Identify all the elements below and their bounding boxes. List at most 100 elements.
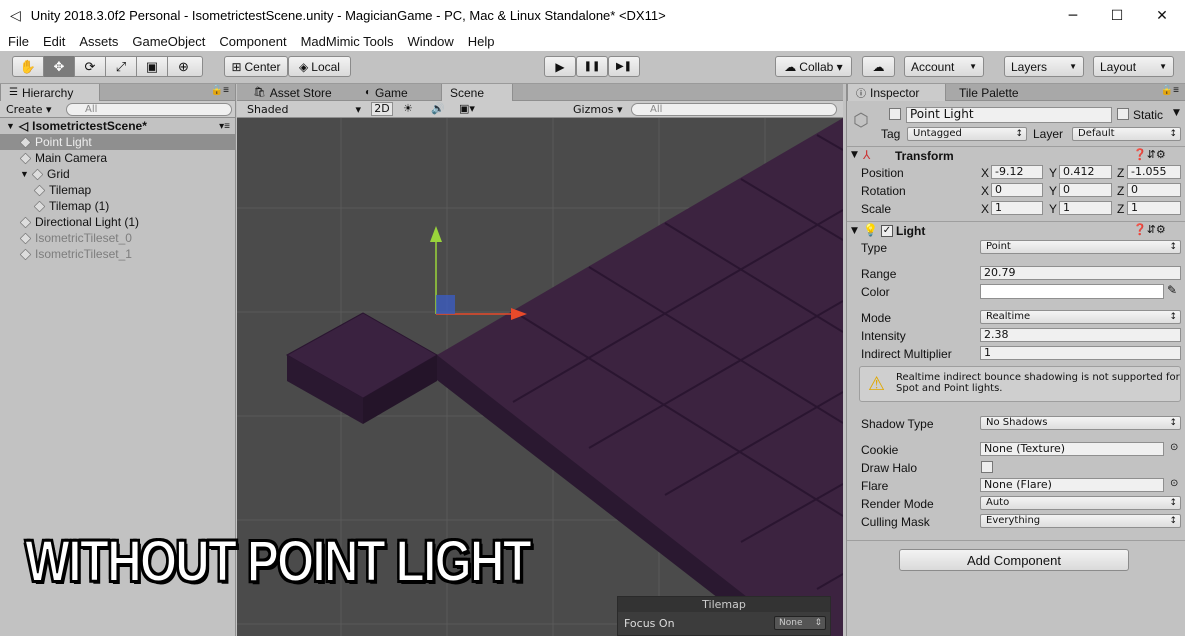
account-dropdown[interactable]: Account ▼: [904, 56, 984, 77]
menu-assets[interactable]: Assets: [71, 34, 124, 49]
scale-z-field[interactable]: 1: [1127, 201, 1181, 215]
move-gizmo[interactable]: [430, 226, 527, 320]
hierarchy-search-input[interactable]: All: [66, 103, 232, 116]
scene-menu-icon[interactable]: ▾≡: [219, 121, 230, 132]
scale-y-field[interactable]: 1: [1059, 201, 1112, 215]
pivot-center-button[interactable]: ⊞ Center: [224, 56, 288, 77]
type-dropdown[interactable]: Point: [980, 240, 1181, 254]
tab-tile-palette[interactable]: Tile Palette: [951, 84, 1027, 101]
hierarchy-item[interactable]: IsometricTileset_0: [0, 230, 236, 246]
object-picker-icon[interactable]: ⊙: [1170, 442, 1178, 453]
add-component-button[interactable]: Add Component: [899, 549, 1129, 571]
rect-tool-icon[interactable]: ▣: [137, 56, 168, 77]
object-picker-icon[interactable]: ⊙: [1170, 478, 1178, 489]
rotation-label: Rotation: [861, 184, 906, 198]
rotation-x-field[interactable]: 0: [991, 183, 1043, 197]
menu-help[interactable]: Help: [460, 34, 501, 49]
cloud-button[interactable]: ☁: [862, 56, 895, 77]
hierarchy-item[interactable]: IsometricTileset_1: [0, 246, 236, 262]
menu-component[interactable]: Component: [211, 34, 292, 49]
position-z-field[interactable]: -1.055: [1127, 165, 1181, 179]
gizmos-label: Gizmos: [573, 103, 614, 116]
light-enabled-checkbox[interactable]: ✓: [881, 225, 893, 237]
collapse-arrow-icon[interactable]: ▼: [851, 150, 858, 160]
menu-window[interactable]: Window: [400, 34, 460, 49]
layout-dropdown[interactable]: Layout ▼: [1093, 56, 1174, 77]
scene-search-input[interactable]: All: [631, 103, 837, 116]
menu-edit[interactable]: Edit: [35, 34, 71, 49]
layers-dropdown[interactable]: Layers ▼: [1004, 56, 1084, 77]
rotation-y-field[interactable]: 0: [1059, 183, 1112, 197]
shading-dropdown[interactable]: Shaded ▾: [247, 103, 361, 116]
gizmos-dropdown[interactable]: Gizmos ▾: [573, 103, 623, 116]
focus-on-dropdown[interactable]: None ⇕: [774, 616, 826, 630]
collab-button[interactable]: ☁ Collab ▾: [775, 56, 852, 77]
gameobject-icon: [31, 168, 44, 180]
cookie-field[interactable]: None (Texture): [980, 442, 1164, 456]
scale-label: Scale: [861, 202, 892, 216]
color-swatch[interactable]: [980, 284, 1164, 299]
culling-mask-dropdown[interactable]: Everything: [980, 514, 1181, 528]
hierarchy-item[interactable]: ▼ Grid: [0, 166, 236, 182]
close-button[interactable]: ✕: [1139, 0, 1185, 31]
toggle-2d-button[interactable]: 2D: [371, 102, 393, 116]
intensity-field[interactable]: 2.38: [980, 328, 1181, 342]
tab-scene[interactable]: Scene: [441, 84, 513, 101]
menu-gameobject[interactable]: GameObject: [124, 34, 211, 49]
play-button[interactable]: ▶: [544, 56, 576, 77]
hierarchy-item[interactable]: Directional Light (1): [0, 214, 236, 230]
mode-dropdown[interactable]: Realtime: [980, 310, 1181, 324]
component-help-icon[interactable]: ❓⇵⚙: [1133, 148, 1166, 161]
flare-field[interactable]: None (Flare): [980, 478, 1164, 492]
space-local-button[interactable]: ◈ Local: [288, 56, 351, 77]
render-mode-dropdown[interactable]: Auto: [980, 496, 1181, 510]
shadow-type-dropdown[interactable]: No Shadows: [980, 416, 1181, 430]
move-tool-icon[interactable]: ✥: [44, 56, 75, 77]
collapse-arrow-icon[interactable]: ▼: [851, 226, 858, 236]
hierarchy-item[interactable]: Tilemap: [0, 182, 236, 198]
create-dropdown[interactable]: Create ▾: [6, 103, 52, 116]
title-bar: ◁ Unity 2018.3.0f2 Personal - Isometrict…: [0, 0, 1185, 31]
hierarchy-item[interactable]: Main Camera: [0, 150, 236, 166]
tab-inspector[interactable]: ⓘ Inspector: [847, 84, 946, 101]
static-dropdown-icon[interactable]: ▼: [1173, 108, 1180, 118]
layer-dropdown[interactable]: Default: [1072, 127, 1181, 141]
panel-menu-icon[interactable]: 🔒≡: [211, 85, 229, 96]
eyedropper-icon[interactable]: ✎: [1167, 283, 1177, 297]
inspector-menu-icon[interactable]: 🔒≡: [1161, 85, 1179, 96]
menu-madmimic-tools[interactable]: MadMimic Tools: [293, 34, 400, 49]
scale-tool-icon[interactable]: ⤢: [106, 56, 137, 77]
transform-tool-icon[interactable]: ⊕: [168, 56, 199, 77]
static-checkbox[interactable]: [1117, 108, 1129, 120]
audio-toggle-icon[interactable]: 🔊: [431, 102, 445, 115]
scale-x-field[interactable]: 1: [991, 201, 1043, 215]
object-name-field[interactable]: Point Light: [906, 107, 1112, 123]
section-divider: [847, 540, 1185, 541]
draw-halo-checkbox[interactable]: [981, 461, 993, 473]
tab-game[interactable]: ◐ Game: [357, 84, 416, 101]
position-y-field[interactable]: 0.412: [1059, 165, 1112, 179]
caption-text: WITHOUT POINT LIGHT: [24, 528, 532, 595]
menu-file[interactable]: File: [0, 34, 35, 49]
pause-button[interactable]: ❚❚: [576, 56, 608, 77]
rotation-z-field[interactable]: 0: [1127, 183, 1181, 197]
rotate-tool-icon[interactable]: ⟳: [75, 56, 106, 77]
position-x-field[interactable]: -9.12: [991, 165, 1043, 179]
hand-tool-icon[interactable]: ✋: [13, 56, 44, 77]
expand-arrow-icon[interactable]: ▼: [20, 169, 29, 179]
tag-dropdown[interactable]: Untagged: [907, 127, 1027, 141]
tab-asset-store[interactable]: 🛍 Asset Store: [245, 84, 340, 101]
effects-toggle-icon[interactable]: ▣▾: [459, 102, 475, 115]
minimize-button[interactable]: ─: [1050, 0, 1096, 31]
component-help-icon[interactable]: ❓⇵⚙: [1133, 223, 1166, 236]
scene-root-row[interactable]: ▼ ◁ IsometrictestScene* ▾≡: [0, 118, 236, 134]
tab-hierarchy[interactable]: ☰ Hierarchy: [0, 84, 100, 101]
step-button[interactable]: ▶❚: [608, 56, 640, 77]
hierarchy-item[interactable]: Tilemap (1): [0, 198, 236, 214]
maximize-button[interactable]: ☐: [1094, 0, 1140, 31]
lighting-toggle-icon[interactable]: ☀: [403, 102, 413, 115]
hierarchy-item[interactable]: Point Light: [0, 134, 236, 150]
indirect-multiplier-field[interactable]: 1: [980, 346, 1181, 360]
range-field[interactable]: 20.79: [980, 266, 1181, 280]
active-checkbox[interactable]: [889, 108, 901, 120]
